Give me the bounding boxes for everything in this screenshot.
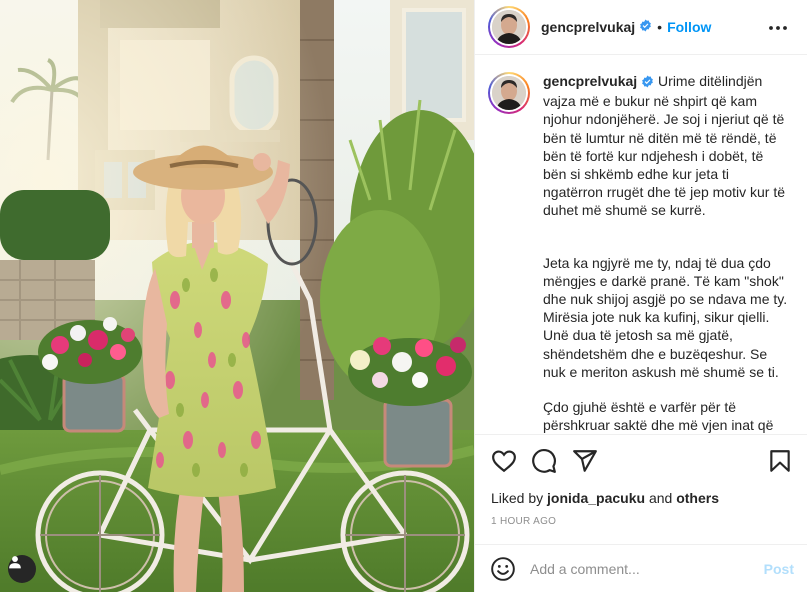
caption-paragraph-1: Urime ditëlindjën vajza më e bukur në sh… — [543, 73, 786, 219]
avatar-image — [492, 10, 526, 44]
post-comment-button[interactable]: Post — [764, 561, 794, 577]
comment-icon — [532, 449, 556, 473]
caption-username[interactable]: gencprelvukaj — [543, 73, 637, 89]
emoji-button[interactable] — [490, 556, 516, 582]
post-photo[interactable] — [0, 0, 474, 592]
caption-avatar[interactable] — [488, 72, 530, 114]
post-actions: Liked by jonida_pacuku and others 1 HOUR… — [475, 434, 807, 544]
header-username[interactable]: gencprelvukaj — [541, 19, 635, 35]
avatar[interactable] — [488, 6, 530, 48]
verified-badge-icon — [641, 74, 654, 92]
post-timestamp[interactable]: 1 HOUR AGO — [491, 516, 556, 527]
like-button[interactable] — [491, 448, 517, 474]
bookmark-icon — [770, 450, 790, 472]
user-tag-button[interactable] — [8, 555, 36, 583]
caption-comment: gencprelvukaj Urime ditëlindjën vajza më… — [488, 72, 795, 434]
share-button[interactable] — [572, 448, 598, 474]
more-options-button[interactable] — [766, 16, 790, 40]
user-tag-icon — [9, 556, 21, 569]
separator-dot: • — [657, 19, 663, 35]
caption-avatar-image — [492, 76, 526, 110]
instagram-post: gencprelvukaj • Follow gencprelvukaj Uri… — [0, 0, 807, 592]
add-comment-bar: Post — [475, 544, 807, 592]
comment-button[interactable] — [531, 448, 557, 474]
caption-scroll-area[interactable]: gencprelvukaj Urime ditëlindjën vajza më… — [475, 56, 807, 434]
comment-input[interactable] — [530, 560, 764, 577]
liked-by-joiner: and — [648, 490, 673, 506]
liked-by-text: Liked by jonida_pacuku and others — [491, 490, 719, 506]
caption-paragraph-2: Jeta ka ngjyrë me ty, ndaj të dua çdo më… — [543, 254, 788, 380]
follow-button[interactable]: Follow — [667, 19, 711, 35]
photo-illustration — [0, 0, 474, 592]
caption-paragraph-3: Çdo gjuhë është e varfër për të përshkru… — [543, 399, 774, 434]
post-side-panel: gencprelvukaj • Follow gencprelvukaj Uri… — [474, 0, 807, 592]
liked-by-user[interactable]: jonida_pacuku — [547, 490, 645, 506]
share-icon — [573, 450, 597, 472]
caption-text: gencprelvukaj Urime ditëlindjën vajza më… — [543, 72, 789, 434]
action-icon-row — [491, 448, 793, 474]
liked-by-prefix: Liked by — [491, 490, 544, 506]
emoji-icon — [491, 556, 515, 581]
save-button[interactable] — [767, 448, 793, 474]
liked-by-others[interactable]: others — [676, 490, 719, 506]
more-options-icon — [769, 26, 787, 30]
verified-badge-icon — [639, 19, 652, 35]
heart-icon — [492, 450, 516, 473]
post-header: gencprelvukaj • Follow — [475, 0, 807, 55]
